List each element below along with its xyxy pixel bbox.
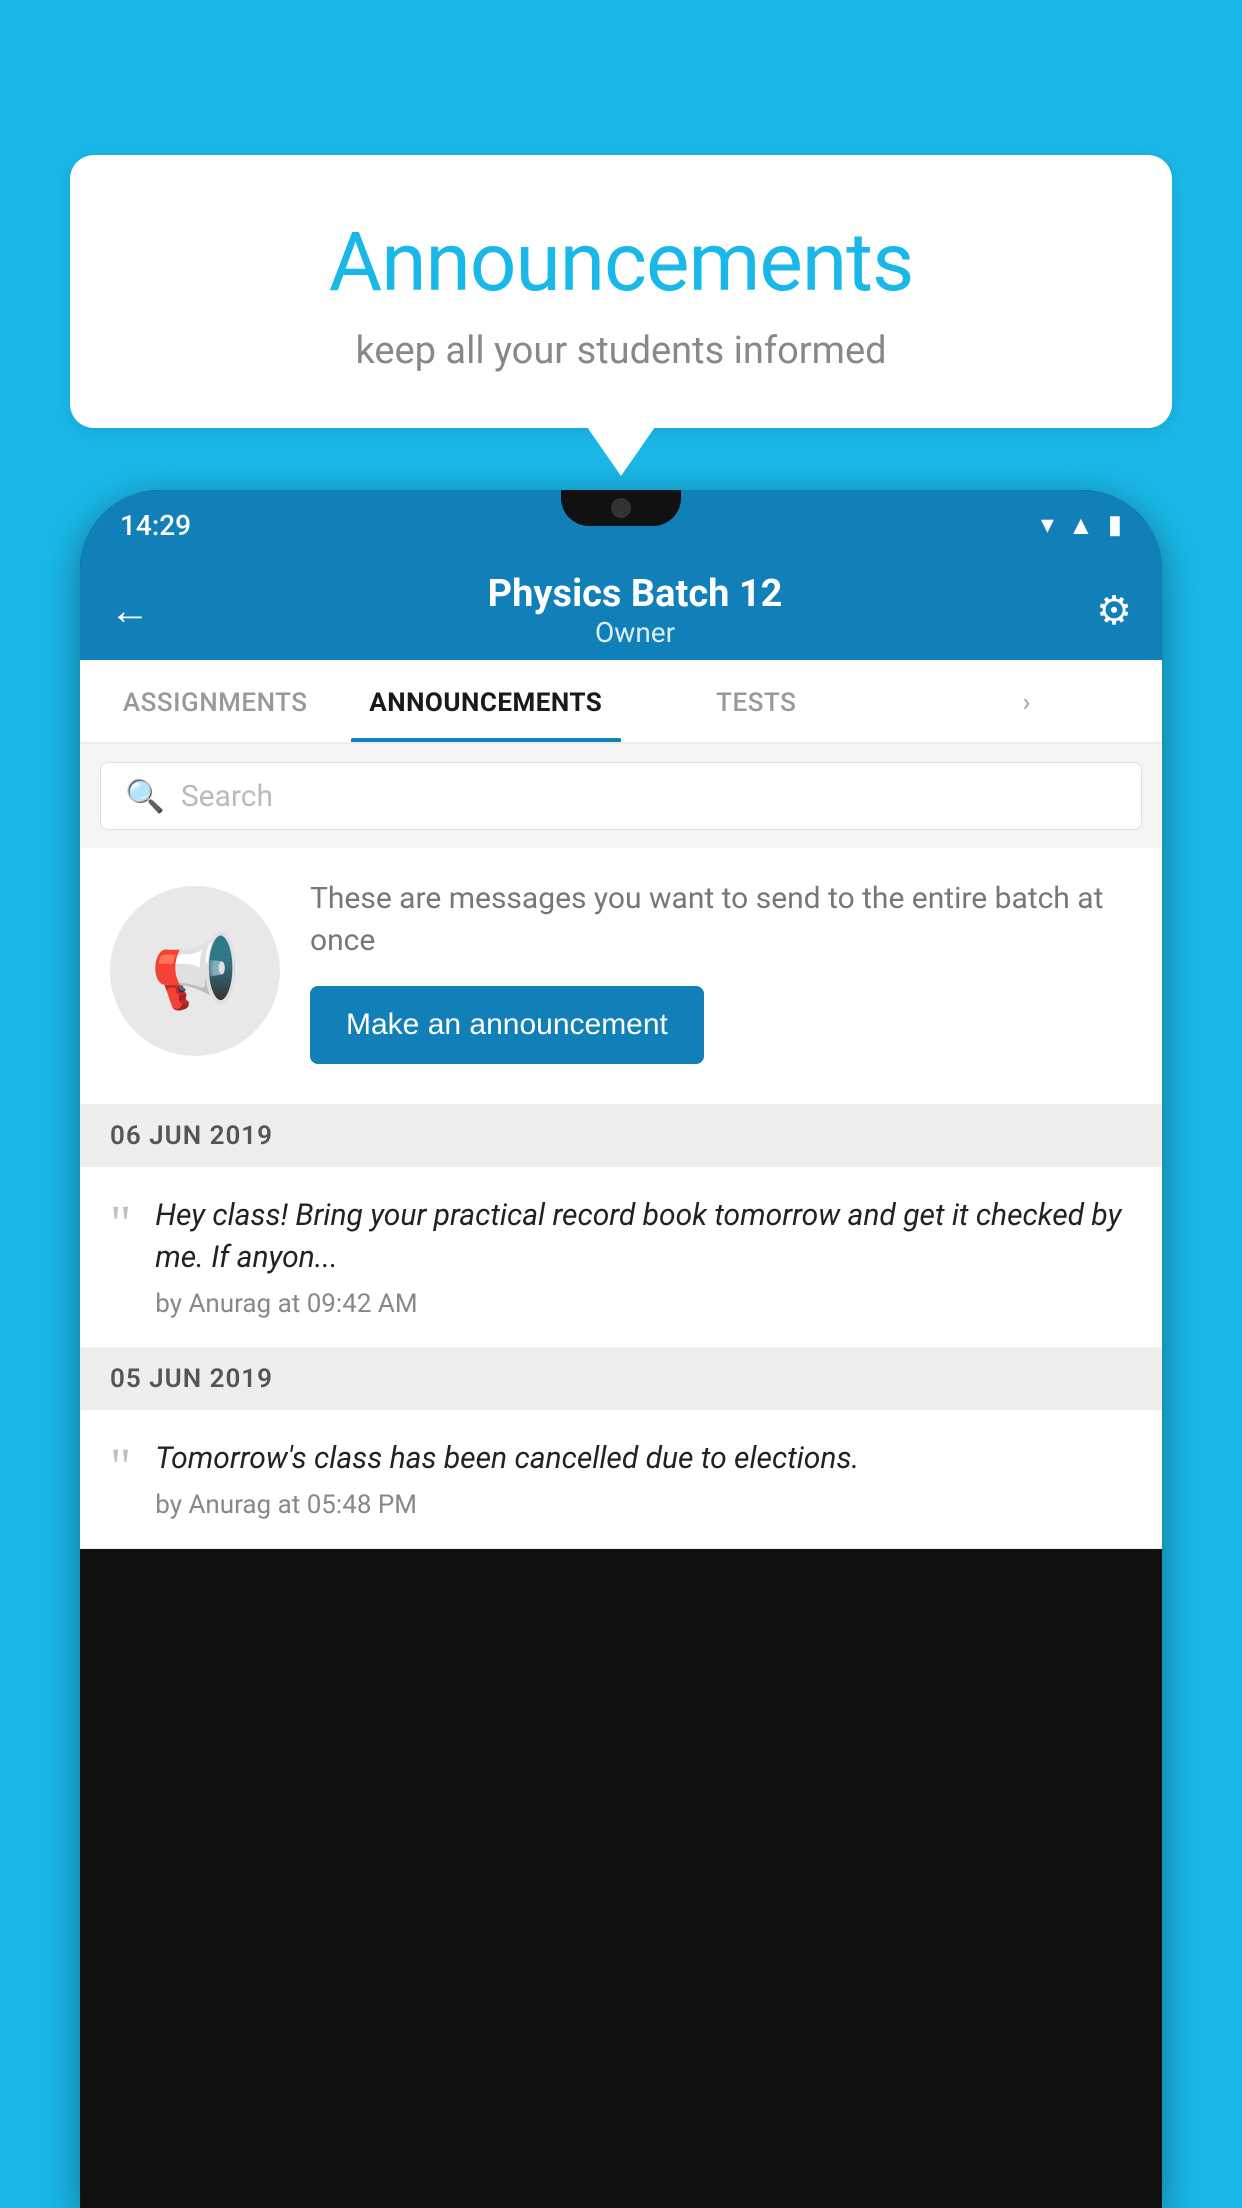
speech-bubble-card: Announcements keep all your students inf… bbox=[70, 155, 1172, 428]
app-bar-subtitle: Owner bbox=[174, 616, 1096, 649]
promo-text: These are messages you want to send to t… bbox=[310, 878, 1132, 962]
notch-camera bbox=[611, 498, 631, 518]
signal-icon: ▲ bbox=[1068, 510, 1094, 541]
announcement-item-2: " Tomorrow's class has been cancelled du… bbox=[80, 1410, 1162, 1549]
status-bar: 14:29 ▾ ▲ ▮ bbox=[80, 490, 1162, 560]
announcement-item-1: " Hey class! Bring your practical record… bbox=[80, 1167, 1162, 1348]
wifi-icon: ▾ bbox=[1041, 510, 1054, 540]
battery-icon: ▮ bbox=[1108, 510, 1122, 540]
back-button[interactable]: ← bbox=[110, 587, 150, 634]
date-header-1: 06 JUN 2019 bbox=[80, 1105, 1162, 1167]
tab-more[interactable]: › bbox=[892, 660, 1163, 742]
announcement-text-2: Tomorrow's class has been cancelled due … bbox=[155, 1438, 859, 1480]
app-bar-title: Physics Batch 12 bbox=[174, 572, 1096, 616]
notch bbox=[561, 490, 681, 526]
phone-frame: 14:29 ▾ ▲ ▮ ← Physics Batch 12 Owner ⚙ A… bbox=[80, 490, 1162, 2208]
search-bar[interactable]: 🔍 Search bbox=[100, 762, 1142, 830]
date-header-2: 05 JUN 2019 bbox=[80, 1348, 1162, 1410]
search-bar-wrap: 🔍 Search bbox=[80, 744, 1162, 848]
quote-icon-1: " bbox=[110, 1199, 131, 1251]
announcement-promo: 📢 These are messages you want to send to… bbox=[80, 848, 1162, 1105]
status-time: 14:29 bbox=[120, 509, 191, 542]
announcement-meta-2: by Anurag at 05:48 PM bbox=[155, 1490, 859, 1520]
bubble-title: Announcements bbox=[150, 215, 1092, 311]
make-announcement-button[interactable]: Make an announcement bbox=[310, 986, 704, 1064]
announcement-meta-1: by Anurag at 09:42 AM bbox=[155, 1289, 1132, 1319]
search-placeholder: Search bbox=[181, 779, 273, 814]
promo-right: These are messages you want to send to t… bbox=[310, 878, 1132, 1064]
app-bar: ← Physics Batch 12 Owner ⚙ bbox=[80, 560, 1162, 660]
bubble-subtitle: keep all your students informed bbox=[150, 329, 1092, 373]
app-bar-title-area: Physics Batch 12 Owner bbox=[174, 572, 1096, 649]
tab-assignments[interactable]: ASSIGNMENTS bbox=[80, 660, 351, 742]
announcement-text-1: Hey class! Bring your practical record b… bbox=[155, 1195, 1132, 1279]
quote-icon-2: " bbox=[110, 1442, 131, 1494]
status-icons: ▾ ▲ ▮ bbox=[1041, 510, 1122, 541]
tabs-bar: ASSIGNMENTS ANNOUNCEMENTS TESTS › bbox=[80, 660, 1162, 744]
tab-tests[interactable]: TESTS bbox=[621, 660, 892, 742]
settings-icon[interactable]: ⚙ bbox=[1096, 587, 1132, 634]
promo-icon-circle: 📢 bbox=[110, 886, 280, 1056]
phone-content: 🔍 Search 📢 These are messages you want t… bbox=[80, 744, 1162, 1549]
tab-announcements[interactable]: ANNOUNCEMENTS bbox=[351, 660, 622, 742]
megaphone-icon: 📢 bbox=[150, 929, 240, 1014]
search-icon: 🔍 bbox=[125, 777, 165, 815]
